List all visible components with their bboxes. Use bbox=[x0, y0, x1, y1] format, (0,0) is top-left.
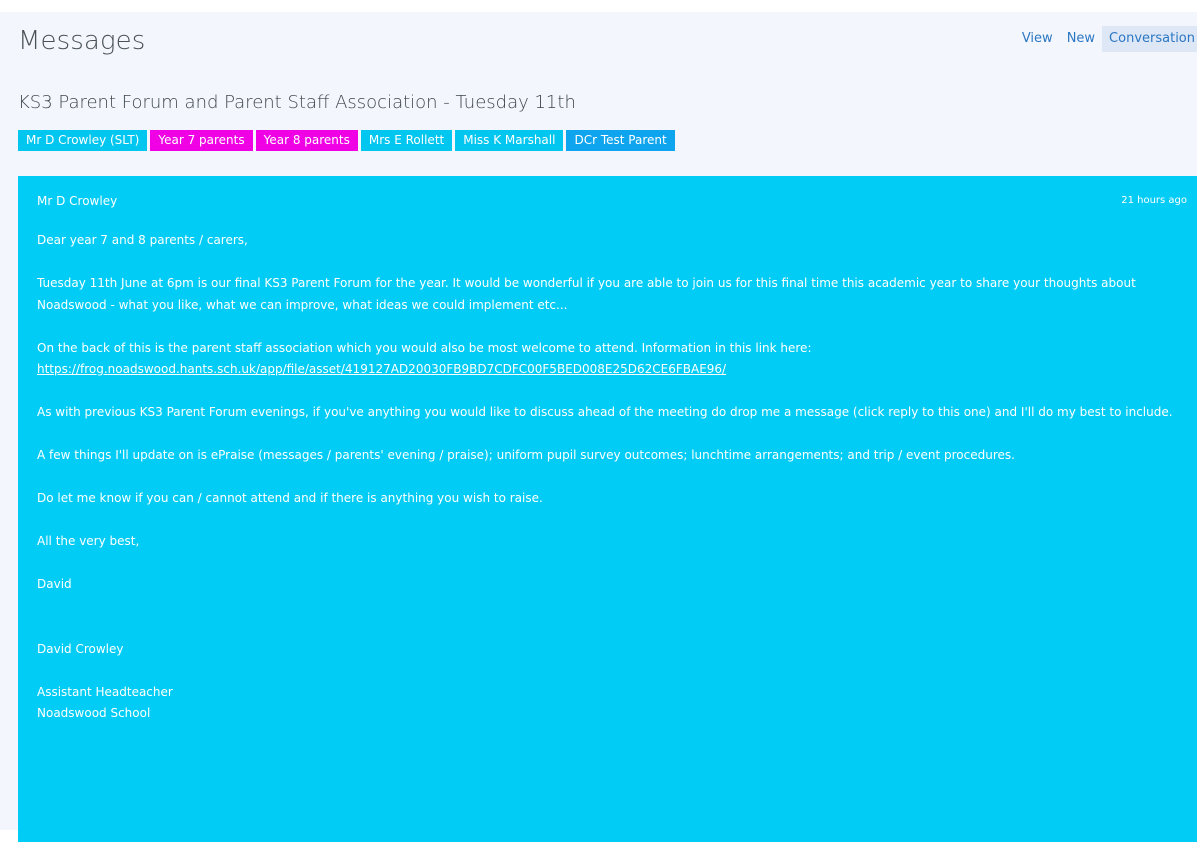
message-paragraph: As with previous KS3 Parent Forum evenin… bbox=[37, 405, 1173, 419]
message-nav: View New Conversation bbox=[1015, 26, 1197, 52]
message-paragraph: Do let me know if you can / cannot atten… bbox=[37, 491, 543, 505]
message-greeting: Dear year 7 and 8 parents / carers, bbox=[37, 233, 248, 247]
recipient-tag[interactable]: Year 7 parents bbox=[150, 130, 253, 151]
page-title: Messages bbox=[18, 26, 146, 56]
recipient-tag[interactable]: Miss K Marshall bbox=[455, 130, 564, 151]
message-body: Dear year 7 and 8 parents / carers, Tues… bbox=[37, 230, 1187, 725]
recipient-tag[interactable]: Mrs E Rollett bbox=[360, 130, 453, 151]
message-paragraph: On the back of this is the parent staff … bbox=[37, 340, 812, 355]
asset-link[interactable]: https://frog.noadswood.hants.sch.uk/app/… bbox=[37, 362, 726, 376]
signature-full-name: David Crowley bbox=[37, 641, 124, 656]
conversation-button[interactable]: Conversation bbox=[1102, 26, 1197, 52]
message-card: Mr D Crowley 21 hours ago Dear year 7 an… bbox=[18, 176, 1197, 842]
recipient-tag[interactable]: Year 8 parents bbox=[255, 130, 358, 151]
signature-role: Assistant Headteacher bbox=[37, 684, 173, 699]
view-button[interactable]: View bbox=[1015, 26, 1060, 52]
message-signoff: All the very best, bbox=[37, 534, 140, 548]
message-paragraph: Tuesday 11th June at 6pm is our final KS… bbox=[37, 276, 1136, 312]
recipient-list: Mr D Crowley (SLT) Year 7 parents Year 8… bbox=[18, 130, 675, 151]
message-paragraph: A few things I'll update on is ePraise (… bbox=[37, 448, 1015, 462]
message-timestamp: 21 hours ago bbox=[1121, 195, 1187, 206]
new-button[interactable]: New bbox=[1060, 26, 1102, 52]
recipient-tag[interactable]: Mr D Crowley (SLT) bbox=[18, 130, 148, 151]
message-sender: Mr D Crowley bbox=[37, 194, 118, 208]
messages-panel: Messages View New Conversation KS3 Paren… bbox=[0, 12, 1197, 842]
signature-school: Noadswood School bbox=[37, 706, 151, 720]
signature-name: David bbox=[37, 577, 72, 591]
message-subject: KS3 Parent Forum and Parent Staff Associ… bbox=[18, 92, 576, 113]
recipient-tag[interactable]: DCr Test Parent bbox=[566, 130, 675, 151]
